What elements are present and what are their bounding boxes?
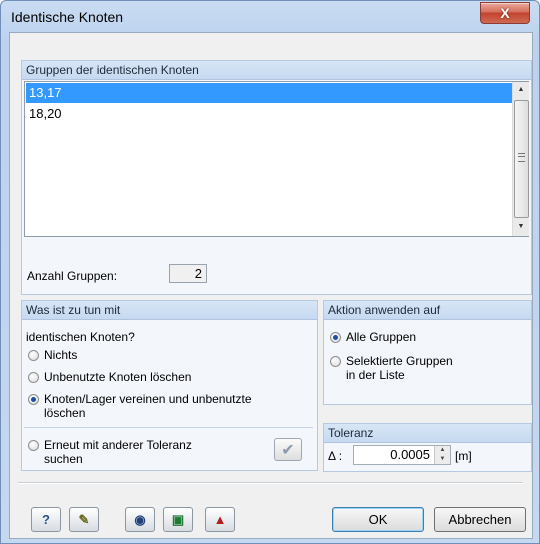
separator (24, 427, 313, 428)
list-item[interactable]: 18,20 (26, 104, 512, 124)
tolerance-input[interactable]: 0.0005 ▲ ▼ (353, 445, 451, 465)
tolerance-panel-header: Toleranz (324, 424, 531, 443)
groups-listbox[interactable]: 13,17 18,20 ▲ ▼ (24, 81, 529, 237)
cancel-button[interactable]: Abbrechen (434, 507, 526, 532)
radio-label-line2: suchen (44, 452, 83, 466)
radio-circle-selected[interactable] (330, 332, 341, 343)
list-item[interactable]: 13,17 (26, 83, 512, 103)
groups-panel-title: Gruppen der identischen Knoten (26, 63, 199, 77)
radio-label: Selektierte Gruppen (346, 354, 453, 368)
scroll-up-icon[interactable]: ▲ (513, 82, 529, 98)
list-item-label: 18,20 (29, 106, 62, 121)
help-button[interactable]: ? (31, 507, 61, 532)
edit-icon: ✎ (78, 512, 90, 527)
apply-panel: Aktion anwenden auf Alle Gruppen Selekti… (323, 300, 532, 405)
groups-panel-header: Gruppen der identischen Knoten (22, 61, 531, 80)
radio-label-line2: löschen (44, 406, 86, 420)
apply-panel-title: Aktion anwenden auf (328, 303, 441, 317)
group-count-field: 2 (169, 264, 207, 283)
radio-label: Unbenutzte Knoten löschen (44, 370, 192, 384)
close-icon: X (500, 5, 510, 21)
dialog-client-area: Gruppen der identischen Knoten 13,17 18,… (9, 32, 533, 539)
radio-label: Erneut mit anderer Toleranz (44, 438, 192, 452)
tolerance-panel-title: Toleranz (328, 426, 374, 440)
tolerance-unit: [m] (455, 449, 472, 463)
radio-circle[interactable] (330, 356, 341, 367)
radio-circle[interactable] (28, 440, 39, 451)
radio-label: Knoten/Lager vereinen und unbenutzte (44, 392, 252, 406)
group-count-label: Anzahl Gruppen: (27, 269, 118, 283)
groups-panel: Gruppen der identischen Knoten 13,17 18,… (21, 60, 532, 295)
view-button[interactable]: ◉ (125, 507, 155, 532)
close-button[interactable]: X (480, 2, 530, 24)
action-panel-header: Was ist zu tun mit (22, 301, 317, 320)
tolerance-value: 0.0005 (390, 447, 430, 462)
action-panel-title: Was ist zu tun mit (26, 303, 121, 317)
action-question: identischen Knoten? (26, 330, 135, 344)
excel-export-icon: ▣ (171, 512, 185, 527)
settings-button[interactable]: ▲ (205, 507, 235, 532)
dialog-window: Identische Knoten X Gruppen der identisc… (0, 0, 540, 544)
spin-up-icon[interactable]: ▲ (435, 446, 450, 455)
radio-circle-selected[interactable] (28, 394, 39, 405)
scroll-down-icon[interactable]: ▼ (513, 219, 529, 235)
footer-separator (18, 482, 523, 484)
edit-button[interactable]: ✎ (69, 507, 99, 532)
ok-button[interactable]: OK (332, 507, 424, 532)
radio-label-line2: in der Liste (346, 368, 405, 382)
apply-panel-header: Aktion anwenden auf (324, 301, 531, 320)
radio-circle[interactable] (28, 372, 39, 383)
list-item-label: 13,17 (29, 85, 62, 100)
help-icon: ? (42, 512, 50, 527)
checkmark-icon: ✔ (281, 442, 295, 459)
view-icon: ◉ (134, 512, 146, 527)
radio-circle[interactable] (28, 350, 39, 361)
radio-label: Nichts (44, 348, 78, 362)
vertical-scrollbar[interactable]: ▲ ▼ (512, 82, 529, 236)
delta-label: Δ : (328, 449, 343, 463)
settings-icon: ▲ (213, 512, 227, 527)
radio-label: Alle Gruppen (346, 330, 417, 344)
spin-down-icon[interactable]: ▼ (435, 455, 450, 464)
action-panel: Was ist zu tun mit identischen Knoten? N… (21, 300, 318, 471)
tolerance-panel: Toleranz Δ : 0.0005 ▲ ▼ [m] (323, 423, 532, 472)
window-title: Identische Knoten (11, 9, 124, 25)
retry-search-button[interactable]: ✔ (274, 438, 302, 461)
export-button[interactable]: ▣ (163, 507, 193, 532)
tolerance-spinner[interactable]: ▲ ▼ (434, 446, 450, 464)
grip-icon (518, 153, 525, 162)
title-bar[interactable]: Identische Knoten X (1, 1, 539, 33)
scrollbar-thumb[interactable] (514, 100, 529, 218)
